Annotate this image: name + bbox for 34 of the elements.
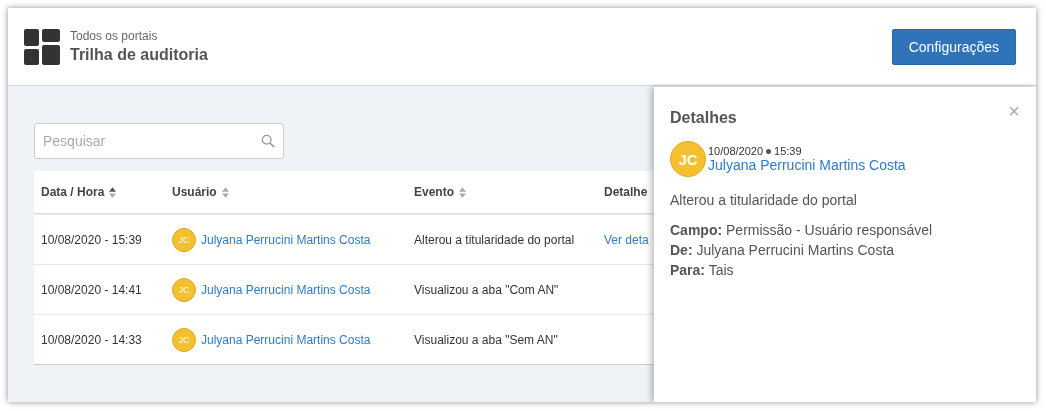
table-cell: 10/08/2020 - 14:33 <box>41 332 142 347</box>
search-icon <box>261 134 275 148</box>
table-cell: 10/08/2020 - 14:41 <box>41 282 142 297</box>
table-cell: 10/08/2020 - 15:39 <box>41 232 142 247</box>
column-header[interactable]: Evento <box>407 171 597 213</box>
user-avatar: JC <box>172 227 196 252</box>
user-link[interactable]: Julyana Perrucini Martins Costa <box>201 282 371 297</box>
user-link[interactable]: Julyana Perrucini Martins Costa <box>708 156 906 173</box>
detail-field: Para: Tais <box>670 260 1020 280</box>
column-header[interactable]: Detalhe <box>597 171 654 213</box>
table-cell: Visualizou a aba "Com AN" <box>414 282 559 297</box>
page-title: Trilha de auditoria <box>70 46 209 64</box>
table-cell: Visualizou a aba "Sem AN" <box>414 332 558 347</box>
detail-field: Campo: Permissão - Usuário responsável <box>670 220 1020 240</box>
user-avatar: JC <box>172 327 196 352</box>
separator-dot <box>766 148 772 154</box>
column-header[interactable]: Data / Hora <box>34 171 165 213</box>
event-date: 10/08/2020 <box>708 145 764 157</box>
settings-button[interactable]: Configurações <box>891 28 1016 65</box>
search-field[interactable]: Pesquisar <box>34 123 284 159</box>
details-link[interactable]: Ver deta <box>604 232 649 247</box>
user-avatar: JC <box>172 277 196 302</box>
event-description: Alterou a titularidade do portal <box>670 192 858 208</box>
panel-title: Detalhes <box>670 109 737 127</box>
table-cell: Alterou a titularidade do portal <box>414 232 575 247</box>
user-link[interactable]: Julyana Perrucini Martins Costa <box>201 232 371 247</box>
breadcrumb[interactable]: Todos os portais <box>70 29 892 43</box>
column-header[interactable]: Usuário <box>165 171 407 213</box>
event-time: 15:39 <box>774 145 802 157</box>
sort-icon[interactable] <box>109 186 117 198</box>
user-link[interactable]: Julyana Perrucini Martins Costa <box>201 332 371 347</box>
user-avatar: JC <box>670 141 706 177</box>
detail-field: De: Julyana Perrucini Martins Costa <box>670 240 1020 260</box>
app-grid-icon <box>24 28 60 65</box>
